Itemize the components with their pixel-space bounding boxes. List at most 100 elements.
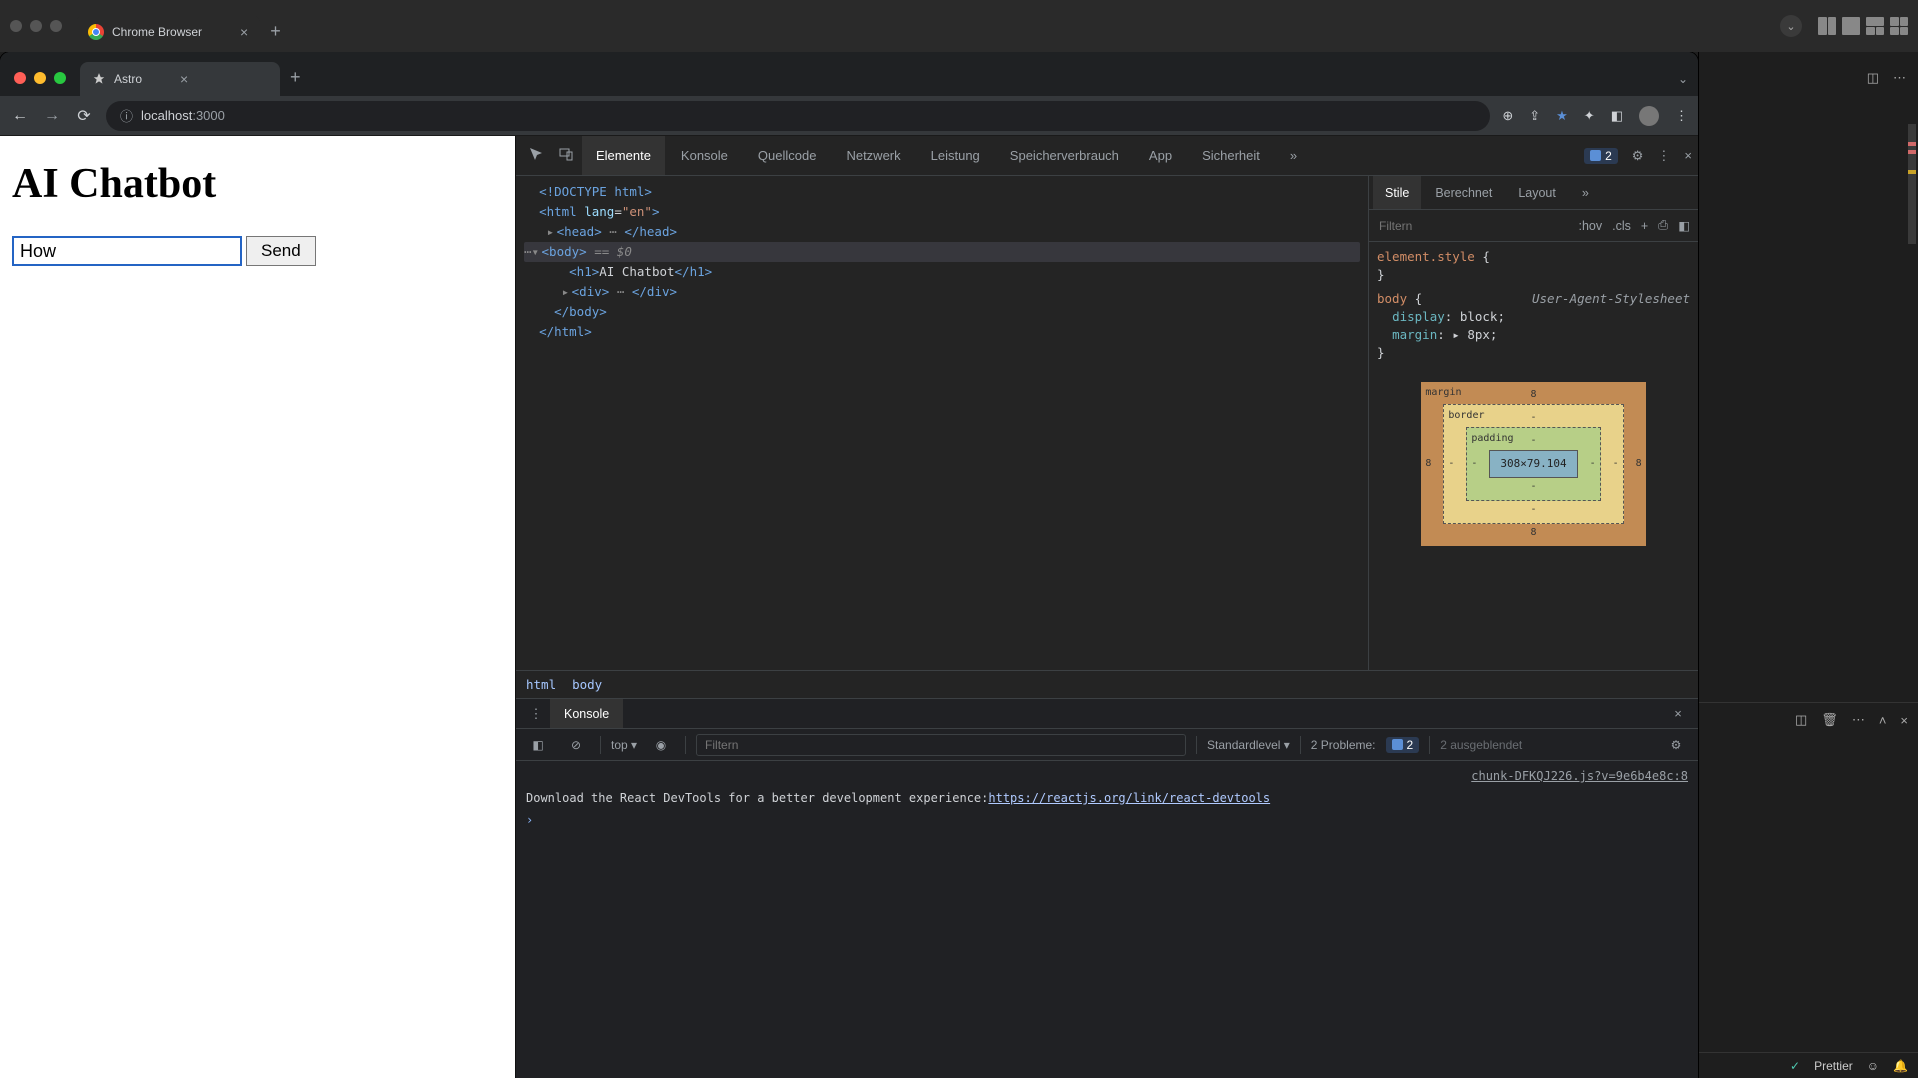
zoom-icon[interactable]: ⊕ [1502, 108, 1513, 124]
nav-forward-button[interactable]: → [42, 107, 62, 125]
extensions-icon[interactable]: ✦ [1584, 108, 1595, 124]
tab-network[interactable]: Netzwerk [832, 136, 914, 175]
traffic-close-icon[interactable] [10, 20, 22, 32]
status-feedback-icon[interactable]: ☺ [1867, 1059, 1879, 1073]
console-message-link[interactable]: https://reactjs.org/link/react-devtools [988, 789, 1270, 807]
bookmark-icon[interactable]: ★ [1556, 108, 1568, 124]
console-sidebar-icon[interactable]: ◧ [524, 738, 552, 752]
outer-account-chevron-icon[interactable]: ⌄ [1780, 15, 1802, 37]
tab-sources[interactable]: Quellcode [744, 136, 831, 175]
tab-more[interactable]: » [1276, 136, 1311, 175]
new-style-rule-icon[interactable]: + [1641, 219, 1648, 233]
dom-line[interactable]: <head> [557, 224, 602, 239]
terminal-split-icon[interactable]: ◫ [1795, 712, 1807, 728]
nav-reload-button[interactable]: ⟳ [74, 106, 94, 126]
layout-single-icon[interactable] [1842, 17, 1860, 35]
layout-three-icon[interactable] [1866, 17, 1884, 35]
share-icon[interactable]: ⇪ [1529, 108, 1540, 124]
problems-badge[interactable]: 2 [1386, 737, 1420, 753]
tab-performance[interactable]: Leistung [917, 136, 994, 175]
console-prompt[interactable]: › [516, 809, 1698, 831]
profile-avatar-icon[interactable] [1639, 106, 1659, 126]
dom-tree[interactable]: <!DOCTYPE html> <html lang="en"> ▸<head>… [516, 176, 1368, 670]
console-row: Download the React DevTools for a better… [516, 787, 1698, 809]
tab-security[interactable]: Sicherheit [1188, 136, 1274, 175]
send-button[interactable]: Send [246, 236, 316, 266]
css-rules[interactable]: element.style { } body { User-Agent-Styl… [1369, 242, 1698, 572]
console-clear-icon[interactable]: ⊘ [562, 738, 590, 752]
breadcrumb-item[interactable]: body [572, 677, 602, 692]
status-prettier[interactable]: Prettier [1814, 1059, 1853, 1073]
minimap[interactable] [1908, 124, 1916, 424]
drawer-tab-console[interactable]: Konsole [550, 699, 623, 728]
styles-filter-input[interactable] [1377, 218, 1568, 234]
devtools-settings-icon[interactable]: ⚙ [1632, 148, 1644, 164]
dom-line[interactable]: <html [539, 204, 584, 219]
sidepanel-icon[interactable]: ◧ [1611, 108, 1623, 124]
tab-memory[interactable]: Speicherverbrauch [996, 136, 1133, 175]
dom-line[interactable]: <!DOCTYPE html> [539, 184, 652, 199]
css-rule[interactable]: element.style [1377, 249, 1475, 264]
styles-tab-more[interactable]: » [1570, 176, 1601, 209]
drawer-menu-icon[interactable]: ⋮ [522, 706, 550, 722]
url-bar[interactable]: ⓘ localhost:3000 [106, 101, 1490, 131]
layout-split-h-icon[interactable] [1818, 17, 1836, 35]
terminal-up-icon[interactable]: ˄ [1879, 713, 1887, 728]
editor-more-icon[interactable]: ⋯ [1893, 70, 1906, 86]
traffic-max-icon[interactable] [50, 20, 62, 32]
chat-input[interactable] [12, 236, 242, 266]
tab-application[interactable]: App [1135, 136, 1186, 175]
terminal-close-icon[interactable]: × [1900, 713, 1908, 728]
browser-tab-active[interactable]: Astro × [80, 62, 280, 96]
device-toolbar-icon[interactable] [552, 146, 580, 165]
inspect-element-icon[interactable] [522, 146, 550, 165]
window-min-icon[interactable] [34, 72, 46, 84]
styles-panel-icon[interactable]: ◧ [1678, 218, 1690, 233]
outer-new-tab-button[interactable]: + [270, 21, 281, 42]
outer-tab-close-icon[interactable]: × [240, 24, 248, 40]
editor-layout-icon[interactable]: ◫ [1867, 70, 1879, 86]
breadcrumb-item[interactable]: html [526, 677, 556, 692]
styles-tab-styles[interactable]: Stile [1373, 176, 1421, 209]
nav-back-button[interactable]: ← [10, 107, 30, 125]
browser-menu-icon[interactable]: ⋮ [1675, 108, 1688, 124]
browser-tab-close-icon[interactable]: × [180, 71, 188, 87]
dom-line-selected[interactable]: <body> [542, 244, 587, 259]
devtools-close-icon[interactable]: × [1684, 148, 1692, 163]
live-expression-icon[interactable]: ◉ [647, 738, 675, 752]
traffic-min-icon[interactable] [30, 20, 42, 32]
outer-tab-active[interactable]: Chrome Browser × [76, 15, 260, 49]
box-model-diagram[interactable]: margin 8 8 8 8 border - - - [1377, 362, 1690, 566]
dom-line[interactable]: </body> [554, 304, 607, 319]
styles-print-icon[interactable]: ⎙ [1658, 218, 1668, 233]
console-filter-input[interactable] [696, 734, 1186, 756]
styles-tab-computed[interactable]: Berechnet [1423, 176, 1504, 209]
dom-line[interactable]: <h1> [569, 264, 599, 279]
prettier-check-icon: ✓ [1790, 1059, 1800, 1073]
status-bell-icon[interactable]: 🔔 [1893, 1059, 1908, 1073]
window-max-icon[interactable] [54, 72, 66, 84]
log-level-select[interactable]: Standardlevel ▾ [1207, 738, 1290, 752]
console-settings-icon[interactable]: ⚙ [1662, 738, 1690, 752]
message-source-link[interactable]: chunk-DFKQJ226.js?v=9e6b4e8c:8 [1471, 767, 1688, 785]
issues-badge[interactable]: 2 [1584, 148, 1618, 164]
terminal-trash-icon[interactable]: 🗑 [1821, 712, 1838, 728]
window-close-icon[interactable] [14, 72, 26, 84]
styles-tab-layout[interactable]: Layout [1506, 176, 1568, 209]
devtools-menu-icon[interactable]: ⋮ [1657, 148, 1670, 164]
dom-line[interactable]: </html> [539, 324, 592, 339]
hov-toggle[interactable]: :hov [1578, 219, 1602, 233]
site-info-icon[interactable]: ⓘ [120, 106, 133, 125]
tab-console[interactable]: Konsole [667, 136, 742, 175]
browser-tabs-chevron-icon[interactable]: ⌄ [1678, 72, 1688, 86]
layout-grid-icon[interactable] [1890, 17, 1908, 35]
tab-elements[interactable]: Elemente [582, 136, 665, 175]
cls-toggle[interactable]: .cls [1612, 219, 1631, 233]
dom-line[interactable]: <div> [572, 284, 610, 299]
css-rule[interactable]: body [1377, 291, 1407, 306]
console-output[interactable]: chunk-DFKQJ226.js?v=9e6b4e8c:8 Download … [516, 761, 1698, 1078]
console-context-select[interactable]: top ▾ [611, 738, 637, 752]
browser-new-tab-button[interactable]: + [290, 67, 301, 88]
terminal-more-icon[interactable]: ⋯ [1852, 712, 1865, 728]
drawer-close-icon[interactable]: × [1664, 706, 1692, 721]
